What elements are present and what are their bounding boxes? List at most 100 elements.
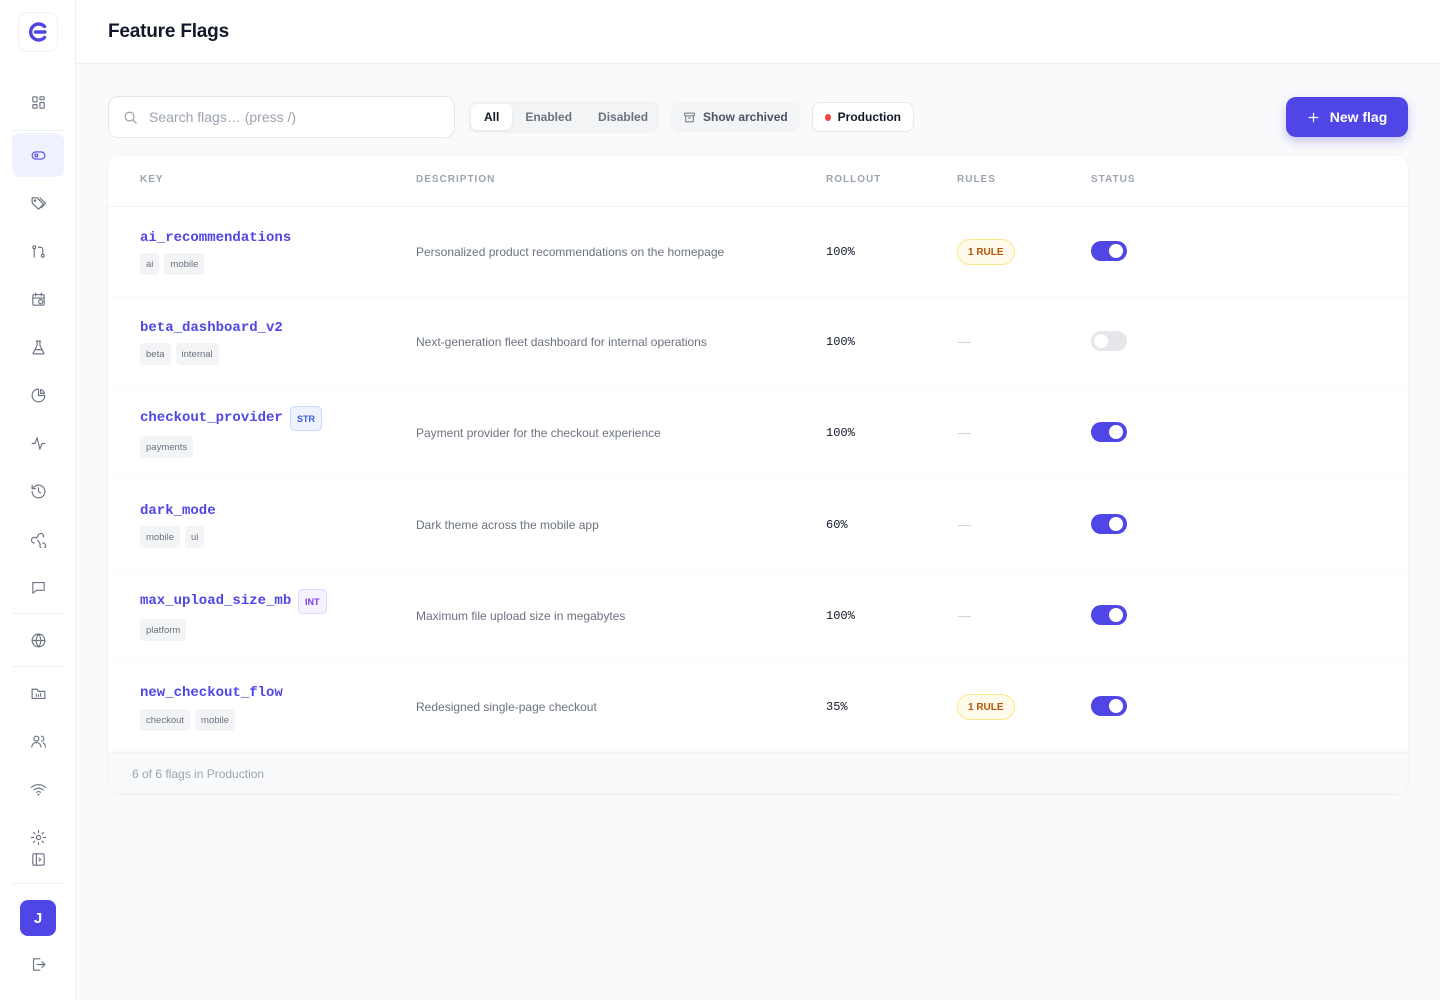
- tag: internal: [175, 343, 219, 365]
- tag: platform: [140, 619, 187, 641]
- nav-lab[interactable]: [12, 325, 64, 369]
- flag-key[interactable]: max_upload_size_mb: [140, 593, 291, 609]
- dashboard-icon: [31, 95, 45, 109]
- show-archived-button[interactable]: Show archived: [671, 102, 800, 132]
- column-header-key[interactable]: KEY: [140, 174, 164, 185]
- nav-segments[interactable]: [12, 181, 64, 225]
- flag-rollout: 100%: [826, 245, 855, 259]
- table-row[interactable]: ai_recommendations ai mobile Personalize…: [108, 207, 1408, 297]
- nav-projects[interactable]: [12, 671, 64, 715]
- flag-description: Dark theme across the mobile app: [416, 518, 599, 532]
- rules-badge: 1 RULE: [957, 694, 1015, 720]
- flag-description: Next-generation fleet dashboard for inte…: [416, 335, 707, 349]
- feature-flags-icon: [31, 150, 45, 160]
- flag-rollout: 100%: [826, 426, 855, 440]
- tag: checkout: [140, 709, 191, 731]
- table-row[interactable]: dark_mode mobile ui Dark theme across th…: [108, 479, 1408, 571]
- connectivity-wifi-icon: [30, 783, 46, 795]
- nav-dashboard[interactable]: [12, 80, 64, 124]
- no-rules-dash: [958, 342, 971, 343]
- lab-flask-icon: [32, 340, 44, 354]
- experiments-branch-icon: [31, 244, 45, 258]
- nav-activity[interactable]: [12, 421, 64, 465]
- user-avatar[interactable]: J: [20, 900, 56, 936]
- status-toggle[interactable]: [1091, 422, 1127, 442]
- table-row[interactable]: checkout_provider STR payments Payment p…: [108, 387, 1408, 479]
- nav-webhooks[interactable]: [12, 517, 64, 561]
- type-badge: INT: [298, 589, 327, 614]
- nav-schedules[interactable]: [12, 277, 64, 321]
- nav-team[interactable]: [12, 719, 64, 763]
- flag-tags: mobile ui: [140, 526, 205, 548]
- filter-enabled[interactable]: Enabled: [512, 104, 585, 130]
- flag-key[interactable]: beta_dashboard_v2: [140, 320, 283, 336]
- flag-rollout: 100%: [826, 335, 855, 349]
- status-toggle[interactable]: [1091, 514, 1127, 534]
- analytics-pie-icon: [31, 388, 45, 402]
- sidebar: J: [0, 0, 76, 1000]
- tag: beta: [140, 343, 171, 365]
- status-toggle[interactable]: [1091, 605, 1127, 625]
- filter-all[interactable]: All: [471, 104, 513, 130]
- environment-status-dot: [825, 113, 831, 121]
- flag-description: Redesigned single-page checkout: [416, 700, 597, 714]
- flag-tags: beta internal: [140, 343, 219, 365]
- flag-rollout: 100%: [826, 609, 855, 623]
- column-header-rules: RULES: [957, 174, 996, 185]
- nav-feedback[interactable]: [12, 565, 64, 609]
- flag-tags: payments: [140, 436, 194, 458]
- no-rules-dash: [958, 525, 971, 526]
- app-logo[interactable]: [18, 12, 58, 52]
- table-row[interactable]: max_upload_size_mb INT platform Maximum …: [108, 571, 1408, 662]
- nav-history[interactable]: [12, 469, 64, 513]
- column-header-rollout[interactable]: ROLLOUT: [826, 174, 881, 185]
- table-row[interactable]: new_checkout_flow checkout mobile Redesi…: [108, 662, 1408, 752]
- flag-rollout: 60%: [826, 518, 848, 532]
- schedule-icon: [31, 292, 45, 306]
- segments-tag-icon: [31, 196, 46, 210]
- flag-key[interactable]: new_checkout_flow: [140, 685, 283, 701]
- environments-globe-icon: [31, 633, 45, 647]
- status-toggle[interactable]: [1091, 696, 1127, 716]
- flag-tags: platform: [140, 619, 187, 641]
- webhooks-icon: [30, 532, 46, 548]
- tag: ai: [140, 253, 160, 275]
- page-title: Feature Flags: [108, 21, 229, 42]
- flag-description: Payment provider for the checkout experi…: [416, 426, 661, 440]
- environment-selector[interactable]: Production: [812, 102, 914, 132]
- collapse-sidebar-button[interactable]: [12, 837, 64, 881]
- page-header: Feature Flags: [76, 0, 1440, 64]
- show-archived-label: Show archived: [703, 110, 788, 124]
- flag-key[interactable]: ai_recommendations: [140, 230, 291, 246]
- logout-button[interactable]: [12, 942, 64, 986]
- column-header-status[interactable]: STATUS: [1091, 174, 1136, 185]
- new-flag-label: New flag: [1329, 109, 1388, 125]
- flag-description: Maximum file upload size in megabytes: [416, 609, 626, 623]
- filter-disabled[interactable]: Disabled: [585, 104, 661, 130]
- nav-environments[interactable]: [12, 618, 64, 662]
- nav-connectivity[interactable]: [12, 767, 64, 811]
- team-users-icon: [30, 735, 46, 748]
- nav-experiments[interactable]: [12, 229, 64, 273]
- nav-analytics[interactable]: [12, 373, 64, 417]
- status-toggle[interactable]: [1091, 331, 1127, 351]
- collapse-sidebar-icon: [31, 852, 45, 866]
- new-flag-button[interactable]: New flag: [1286, 97, 1408, 137]
- flag-tags: ai mobile: [140, 253, 205, 275]
- flag-count: 6 of 6 flags in Production: [132, 767, 265, 781]
- table-row[interactable]: beta_dashboard_v2 beta internal Next-gen…: [108, 297, 1408, 387]
- flag-key[interactable]: checkout_provider: [140, 410, 283, 426]
- status-toggle[interactable]: [1091, 241, 1127, 261]
- tag: mobile: [140, 526, 180, 548]
- search-input[interactable]: [149, 97, 444, 137]
- plus-icon: [1308, 112, 1319, 122]
- feedback-icon: [31, 581, 45, 594]
- nav-feature-flags[interactable]: [12, 133, 64, 177]
- logo-icon: [29, 22, 47, 42]
- table-footer: 6 of 6 flags in Production: [108, 752, 1408, 793]
- rules-badge: 1 RULE: [957, 239, 1015, 265]
- search-box[interactable]: [108, 96, 455, 138]
- tag: ui: [185, 526, 205, 548]
- flag-key[interactable]: dark_mode: [140, 503, 216, 519]
- logout-icon: [32, 957, 45, 971]
